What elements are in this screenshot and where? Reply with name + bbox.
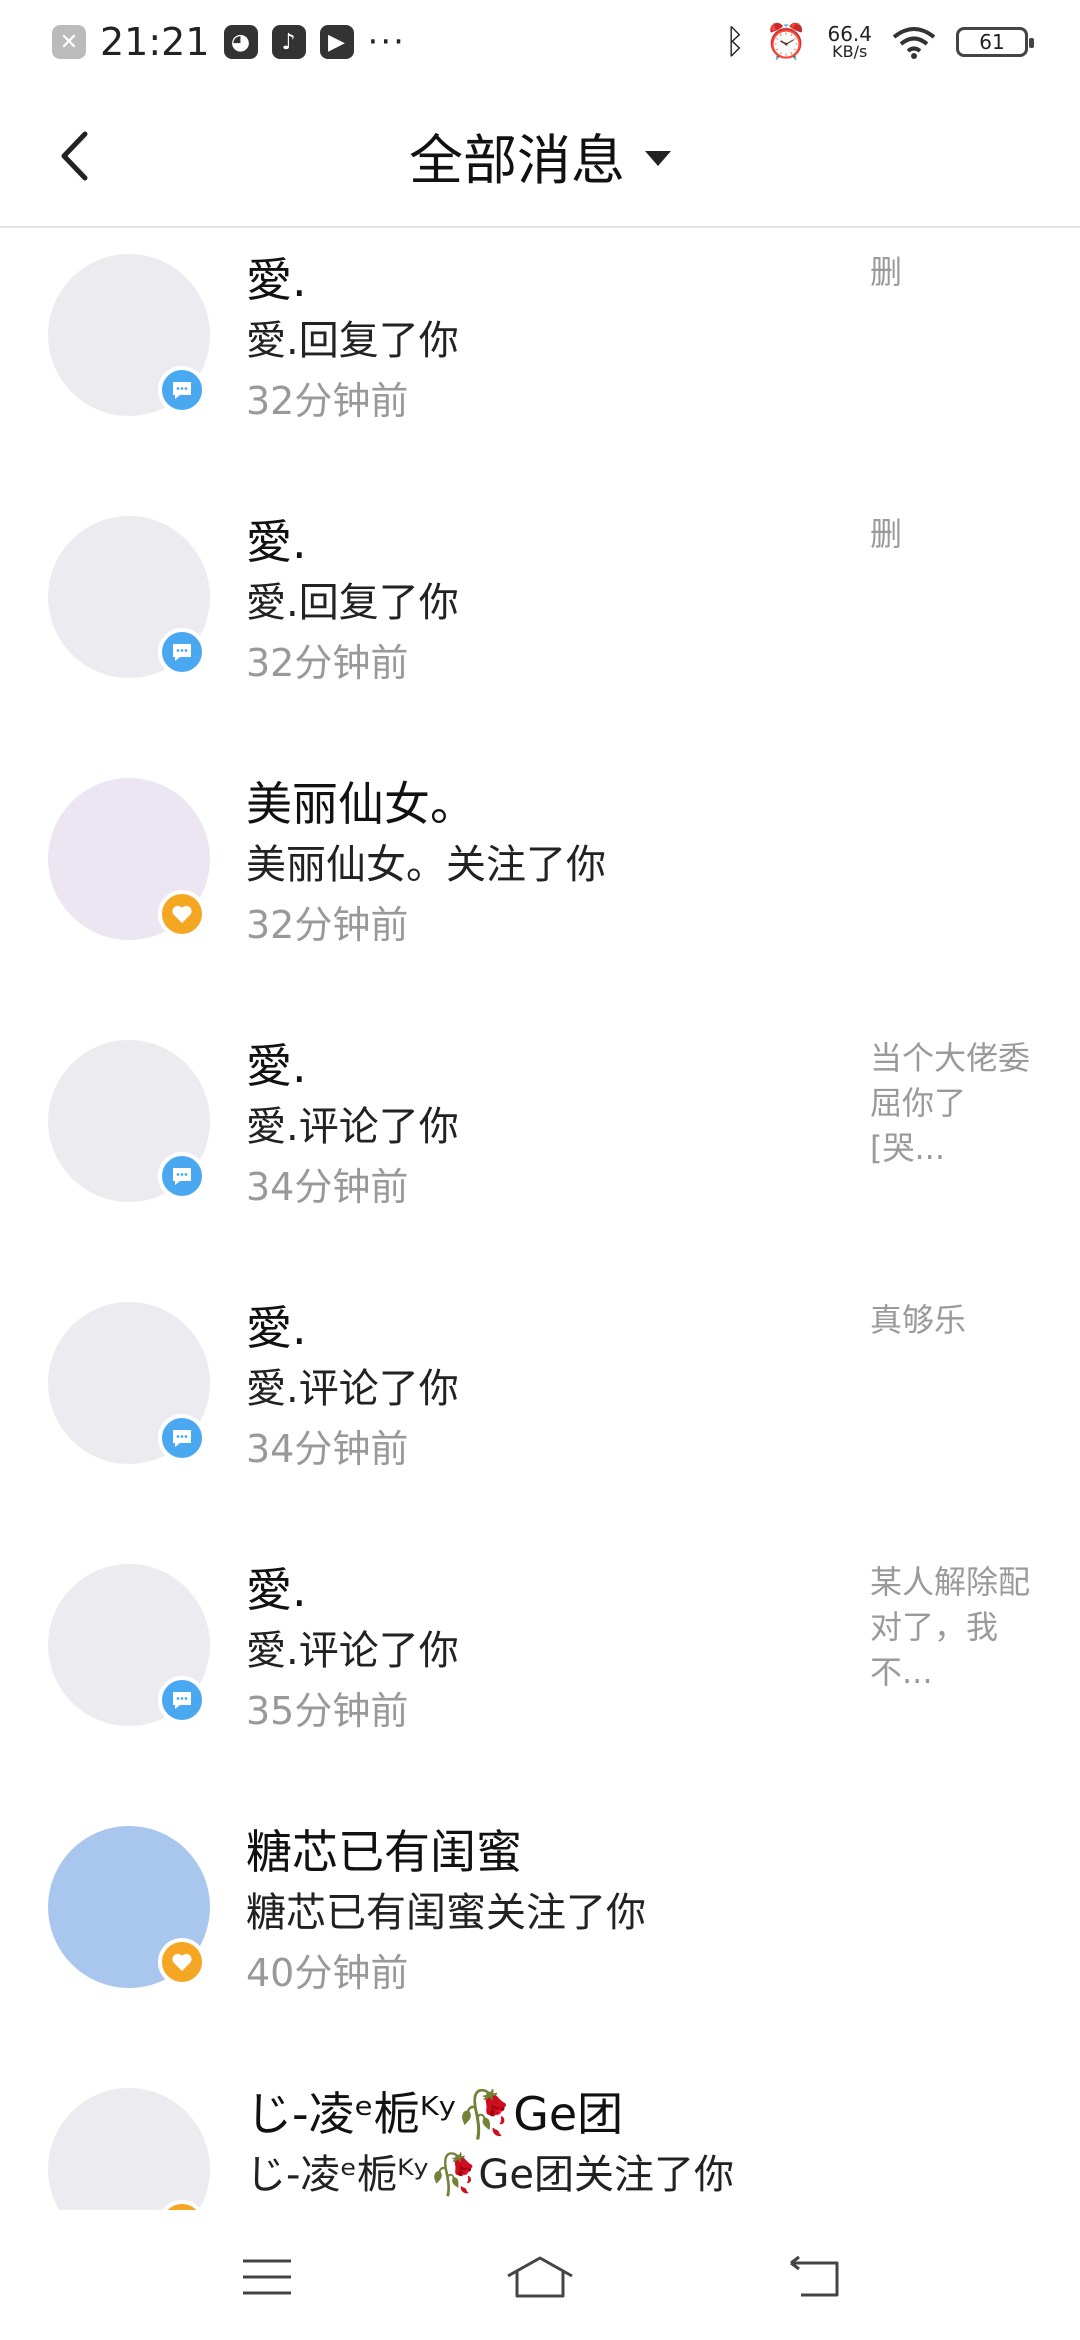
- system-nav-bar: [0, 2214, 1080, 2340]
- tiktok-icon: ♪: [271, 25, 306, 59]
- battery-level: 61: [979, 30, 1005, 54]
- comment-icon: [158, 366, 206, 414]
- message-list[interactable]: 愛. 愛.回复了你 32分钟前 删 愛. 愛.回复了你 32分钟前 删 美丽仙女…: [0, 230, 1080, 2210]
- message-preview: 某人解除配对了，我不...: [870, 1563, 1031, 1691]
- sender-name: 愛.: [246, 1563, 307, 1617]
- message-preview: 删: [870, 515, 903, 553]
- status-bar: ✕ 21:21 ◕ ♪ ▶ ··· ᛒ ⏰ 66.4 KB/s 61: [0, 0, 1080, 84]
- message-item[interactable]: 愛. 愛.回复了你 32分钟前 删: [0, 230, 1080, 492]
- comment-icon: [158, 628, 206, 676]
- message-item[interactable]: 愛. 愛.评论了你 35分钟前 某人解除配对了，我不...: [0, 1540, 1080, 1802]
- message-item[interactable]: じ-凌ᵉ栀ᴷʸ🥀Ge团 じ-凌ᵉ栀ᴷʸ🥀Ge团关注了你: [0, 2064, 1080, 2210]
- home-icon: [507, 2256, 573, 2298]
- app-cat-icon: ◕: [223, 25, 258, 59]
- battery-icon: 61: [956, 27, 1034, 57]
- sender-name: 愛.: [246, 1039, 307, 1093]
- top-bar: 全部消息: [0, 84, 1080, 228]
- back-arrow-icon: [61, 131, 88, 181]
- message-time: 35分钟前: [246, 1689, 409, 1733]
- return-icon: [790, 2255, 839, 2297]
- follow-heart-icon: [158, 890, 206, 938]
- bluetooth-icon: ᛒ: [724, 22, 746, 62]
- message-action: 愛.回复了你: [246, 580, 459, 626]
- message-filter-dropdown[interactable]: 全部消息: [409, 116, 671, 195]
- status-time: 21:21: [100, 20, 210, 64]
- message-time: 32分钟前: [246, 641, 409, 685]
- message-action: 愛.评论了你: [246, 1366, 459, 1412]
- message-action: じ-凌ᵉ栀ᴷʸ🥀Ge团关注了你: [246, 2152, 734, 2198]
- sender-name: 美丽仙女。: [246, 777, 476, 831]
- video-app-icon: ▶: [319, 25, 354, 59]
- message-item[interactable]: 美丽仙女。 美丽仙女。关注了你 32分钟前: [0, 754, 1080, 1016]
- message-action: 糖芯已有闺蜜关注了你: [246, 1890, 646, 1936]
- message-item[interactable]: 糖芯已有闺蜜 糖芯已有闺蜜关注了你 40分钟前: [0, 1802, 1080, 2064]
- message-item[interactable]: 愛. 愛.评论了你 34分钟前 真够乐: [0, 1278, 1080, 1540]
- message-action: 美丽仙女。关注了你: [246, 842, 606, 888]
- menu-button[interactable]: [212, 2237, 322, 2317]
- message-action: 愛.评论了你: [246, 1628, 459, 1674]
- sender-name: 糖芯已有闺蜜: [246, 1825, 522, 1879]
- message-preview: 真够乐: [870, 1301, 967, 1339]
- menu-icon: [242, 2259, 291, 2295]
- notification-icon: ✕: [52, 25, 86, 59]
- message-time: 34分钟前: [246, 1165, 409, 1209]
- comment-icon: [158, 1152, 206, 1200]
- wifi-icon: [892, 27, 936, 59]
- back-nav-button[interactable]: [758, 2237, 868, 2317]
- message-action: 愛.评论了你: [246, 1104, 459, 1150]
- message-time: 32分钟前: [246, 379, 409, 423]
- caret-down-icon: [645, 150, 671, 166]
- message-preview: 删: [870, 253, 903, 291]
- home-button[interactable]: [485, 2237, 595, 2317]
- comment-icon: [158, 1414, 206, 1462]
- avatar[interactable]: [48, 2088, 210, 2210]
- message-item[interactable]: 愛. 愛.回复了你 32分钟前 删: [0, 492, 1080, 754]
- message-time: 34分钟前: [246, 1427, 409, 1471]
- comment-icon: [158, 1676, 206, 1724]
- sender-name: 愛.: [246, 253, 307, 307]
- message-action: 愛.回复了你: [246, 318, 459, 364]
- alarm-icon: ⏰: [765, 22, 808, 62]
- page-title: 全部消息: [409, 128, 625, 192]
- back-button[interactable]: [44, 126, 104, 186]
- network-speed: 66.4 KB/s: [827, 22, 872, 61]
- message-preview: 当个大佬委屈你了[哭...: [870, 1039, 1031, 1167]
- follow-heart-icon: [158, 1938, 206, 1986]
- sender-name: 愛.: [246, 515, 307, 569]
- sender-name: 愛.: [246, 1301, 307, 1355]
- sender-name: じ-凌ᵉ栀ᴷʸ🥀Ge团: [246, 2087, 624, 2141]
- message-time: 40分钟前: [246, 1951, 409, 1995]
- more-notifications-icon: ···: [367, 22, 406, 62]
- message-time: 32分钟前: [246, 903, 409, 947]
- message-item[interactable]: 愛. 愛.评论了你 34分钟前 当个大佬委屈你了[哭...: [0, 1016, 1080, 1278]
